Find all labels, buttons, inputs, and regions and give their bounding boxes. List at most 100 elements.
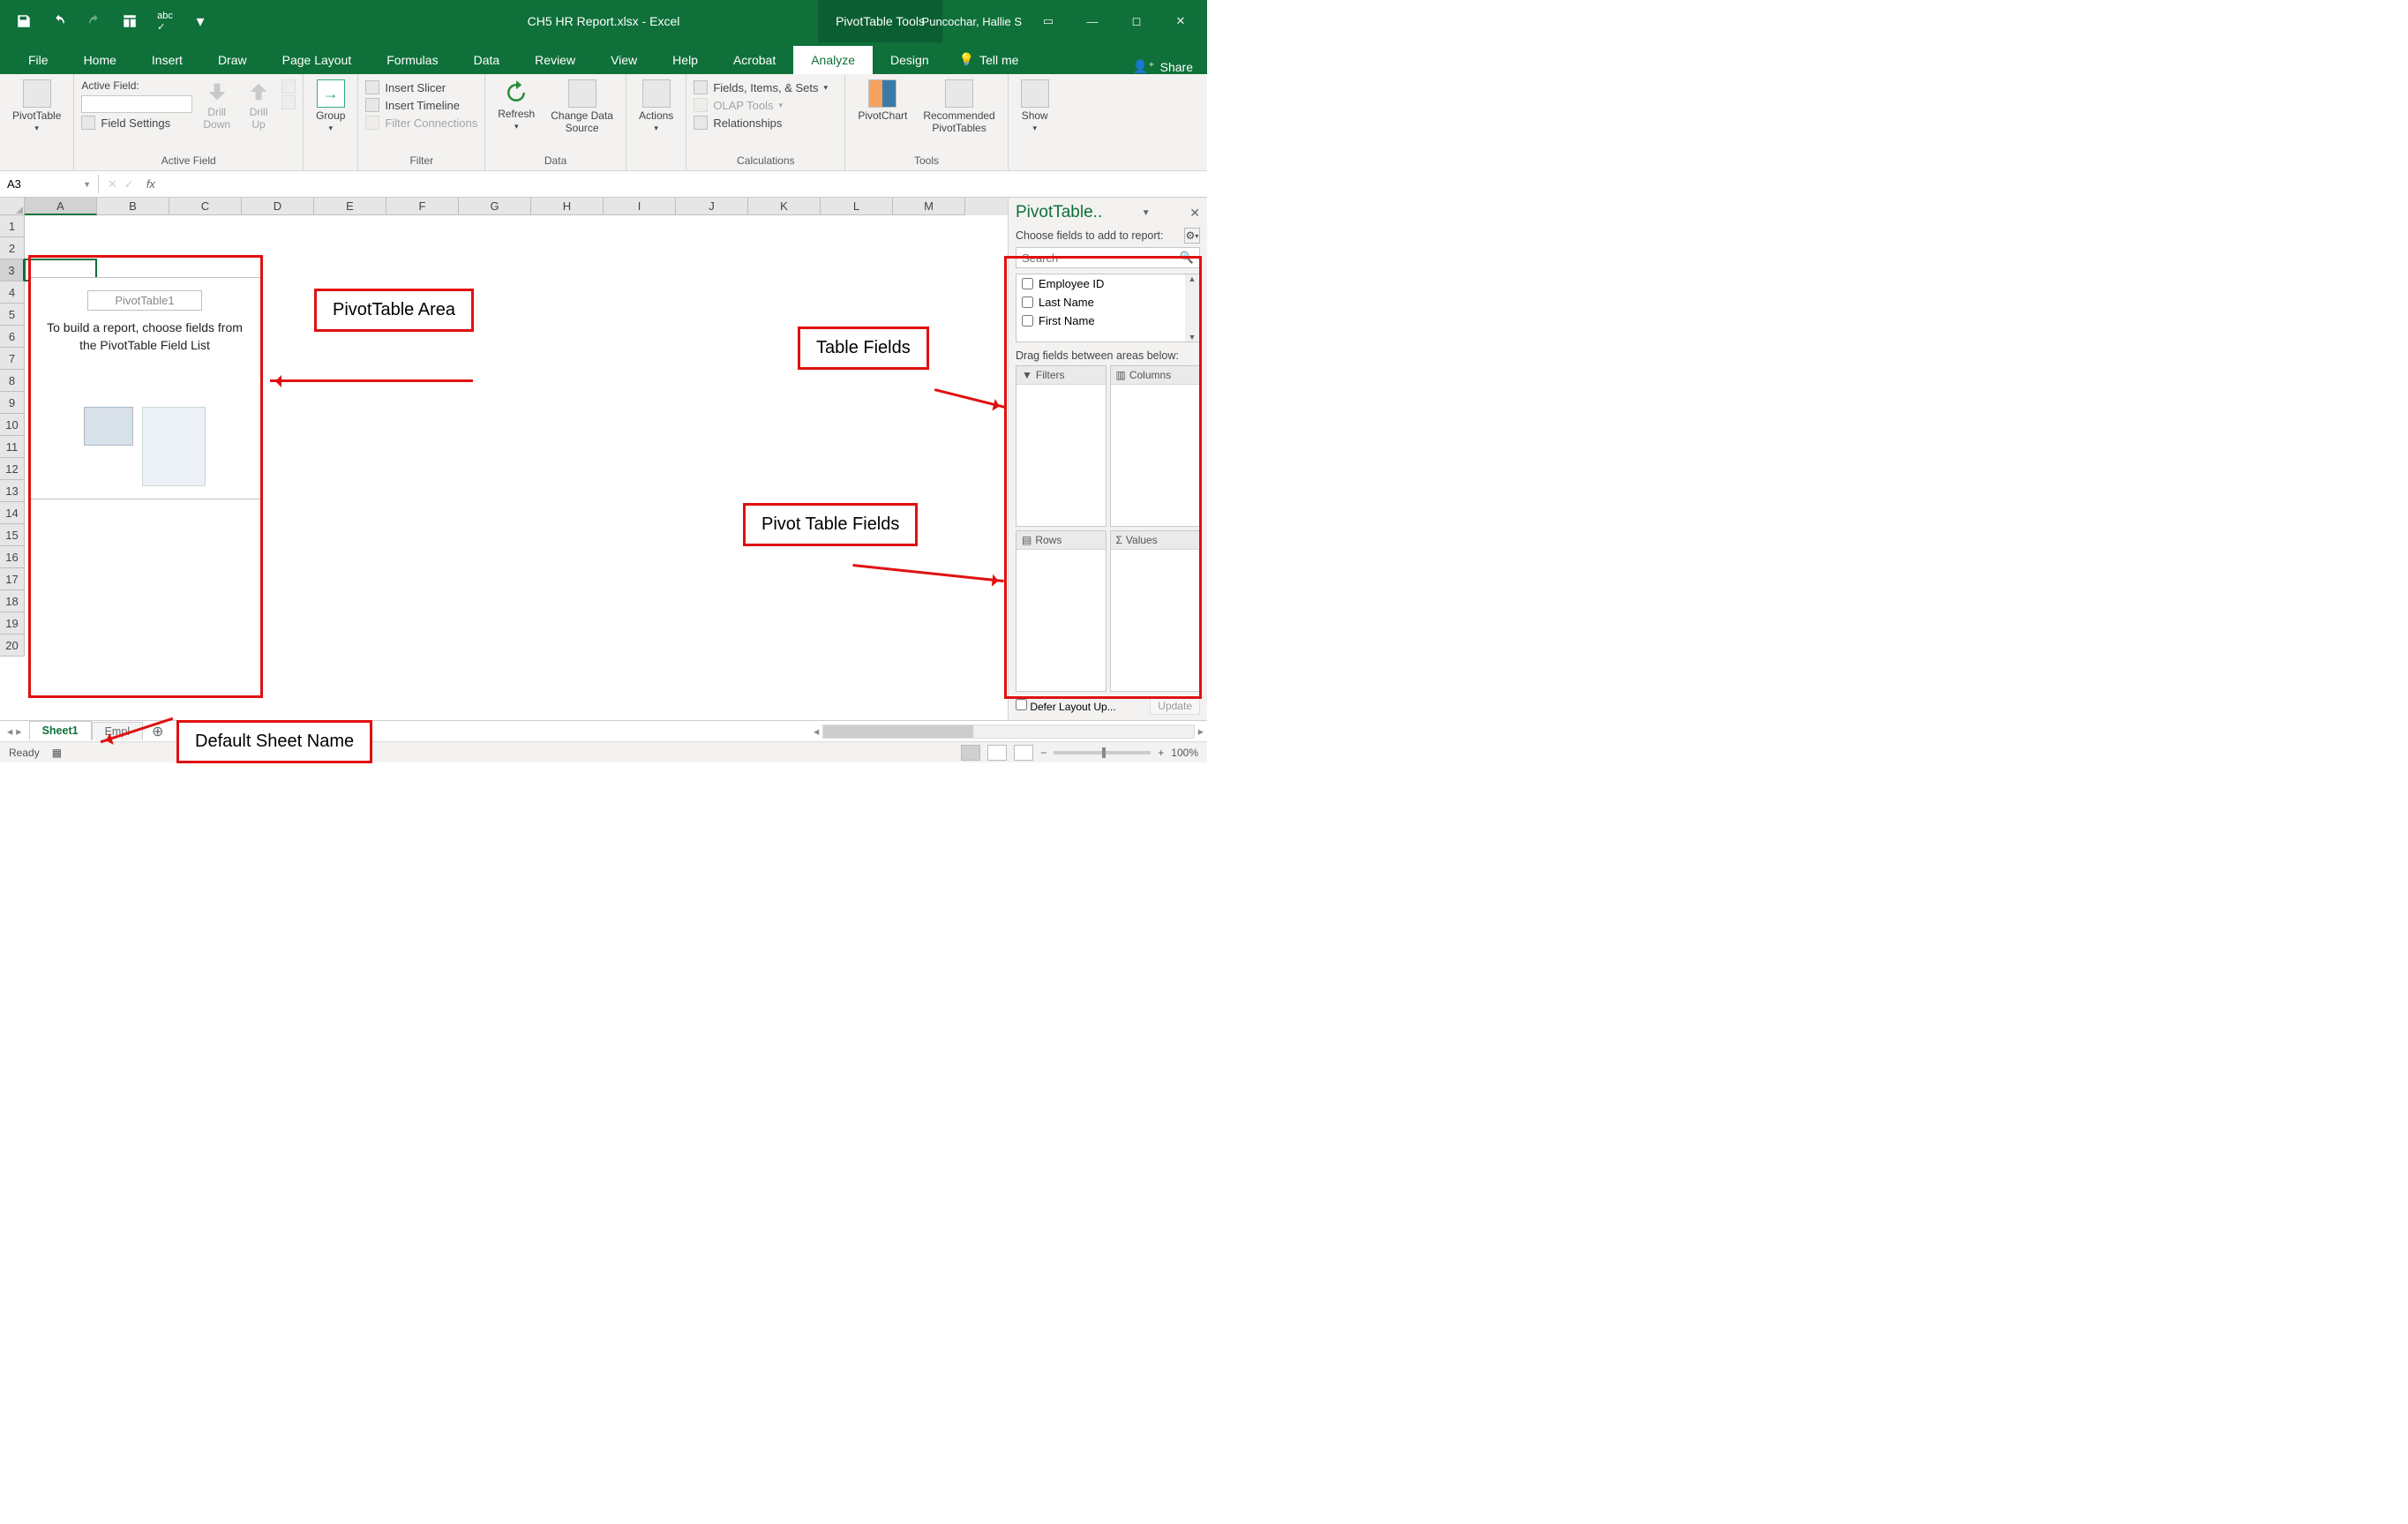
- page-layout-view-icon[interactable]: [987, 745, 1007, 761]
- field-checkbox[interactable]: [1022, 297, 1033, 308]
- change-data-source-button[interactable]: Change Data Source: [545, 78, 619, 136]
- tab-data[interactable]: Data: [456, 46, 518, 74]
- row-header-8[interactable]: 8: [0, 370, 25, 392]
- tab-help[interactable]: Help: [655, 46, 716, 74]
- horizontal-scrollbar[interactable]: ◂ ▸: [810, 724, 1207, 739]
- undo-icon[interactable]: [42, 4, 76, 39]
- actions-button[interactable]: Actions▾: [634, 78, 679, 135]
- collapse-icon[interactable]: [281, 95, 296, 109]
- scroll-right-icon[interactable]: ▸: [1195, 724, 1207, 738]
- pivottable-button[interactable]: PivotTable▾: [7, 78, 66, 135]
- refresh-button[interactable]: Refresh▾: [492, 78, 540, 133]
- row-header-19[interactable]: 19: [0, 612, 25, 634]
- tab-page-layout[interactable]: Page Layout: [265, 46, 370, 74]
- tab-design[interactable]: Design: [873, 46, 947, 74]
- row-header-2[interactable]: 2: [0, 237, 25, 259]
- col-header-F[interactable]: F: [386, 198, 459, 215]
- save-icon[interactable]: [7, 4, 41, 39]
- pane-close-icon[interactable]: ✕: [1189, 206, 1200, 221]
- worksheet-grid[interactable]: A B C D E F G H I J K L M 1 2 3 4 5 6 7 …: [0, 198, 1008, 720]
- sheet-prev-icon[interactable]: ◂: [7, 724, 12, 738]
- row-header-9[interactable]: 9: [0, 392, 25, 414]
- tab-home[interactable]: Home: [66, 46, 134, 74]
- row-header-3[interactable]: 3: [0, 259, 25, 282]
- group-button[interactable]: →Group▾: [311, 78, 350, 135]
- columns-area[interactable]: ▥Columns: [1110, 365, 1201, 527]
- row-header-5[interactable]: 5: [0, 304, 25, 326]
- ribbon-display-icon[interactable]: ▭: [1031, 4, 1066, 39]
- fx-icon[interactable]: fx: [141, 177, 161, 191]
- cells-area[interactable]: PivotTable1 To build a report, choose fi…: [25, 215, 1008, 657]
- enter-fx-icon[interactable]: ✓: [124, 177, 134, 191]
- row-header-13[interactable]: 13: [0, 480, 25, 502]
- maximize-icon[interactable]: ◻: [1119, 4, 1154, 39]
- share-button[interactable]: 👤⁺Share: [1133, 59, 1193, 74]
- select-all-corner[interactable]: [0, 198, 25, 215]
- page-break-view-icon[interactable]: [1014, 745, 1033, 761]
- scroll-down-icon[interactable]: ▼: [1189, 333, 1196, 342]
- update-button[interactable]: Update: [1150, 697, 1200, 715]
- field-settings-button[interactable]: Field Settings: [81, 115, 192, 131]
- fields-scrollbar[interactable]: ▲▼: [1185, 274, 1199, 342]
- filters-area[interactable]: ▼Filters: [1016, 365, 1106, 527]
- scroll-thumb[interactable]: [823, 725, 973, 738]
- fields-items-sets-button[interactable]: Fields, Items, & Sets ▾: [694, 79, 828, 95]
- field-item[interactable]: First Name: [1016, 312, 1199, 330]
- zoom-level[interactable]: 100%: [1171, 747, 1198, 759]
- row-header-18[interactable]: 18: [0, 590, 25, 612]
- cancel-fx-icon[interactable]: ✕: [108, 177, 117, 191]
- scroll-left-icon[interactable]: ◂: [810, 724, 822, 738]
- sheet-tab-active[interactable]: Sheet1: [29, 721, 92, 740]
- redo-icon[interactable]: [78, 4, 111, 39]
- zoom-slider[interactable]: [1054, 751, 1151, 754]
- olap-tools-button[interactable]: OLAP Tools ▾: [694, 97, 828, 113]
- tab-view[interactable]: View: [593, 46, 655, 74]
- tell-me[interactable]: 💡Tell me: [947, 45, 1031, 74]
- row-header-20[interactable]: 20: [0, 634, 25, 657]
- row-header-11[interactable]: 11: [0, 436, 25, 458]
- tab-formulas[interactable]: Formulas: [369, 46, 455, 74]
- recommended-pivottables-button[interactable]: Recommended PivotTables: [918, 78, 1000, 136]
- expand-icon[interactable]: [281, 79, 296, 94]
- zoom-in-icon[interactable]: +: [1158, 747, 1164, 759]
- field-item[interactable]: Employee ID: [1016, 274, 1199, 293]
- drill-up-button[interactable]: Drill Up: [241, 78, 276, 132]
- tab-draw[interactable]: Draw: [200, 46, 265, 74]
- relationships-button[interactable]: Relationships: [694, 115, 828, 131]
- normal-view-icon[interactable]: [961, 745, 980, 761]
- row-header-16[interactable]: 16: [0, 546, 25, 568]
- name-box[interactable]: A3▼: [0, 175, 99, 193]
- show-button[interactable]: Show▾: [1016, 78, 1054, 135]
- table-icon[interactable]: [113, 4, 146, 39]
- insert-timeline-button[interactable]: Insert Timeline: [365, 97, 477, 113]
- field-checkbox[interactable]: [1022, 315, 1033, 327]
- qat-dropdown-icon[interactable]: ▾: [184, 4, 217, 39]
- col-header-G[interactable]: G: [459, 198, 531, 215]
- col-header-K[interactable]: K: [748, 198, 821, 215]
- tab-file[interactable]: File: [11, 46, 66, 74]
- minimize-icon[interactable]: —: [1075, 4, 1110, 39]
- active-field-input[interactable]: [81, 95, 192, 113]
- spelling-icon[interactable]: abc✓: [148, 4, 182, 39]
- row-header-6[interactable]: 6: [0, 326, 25, 348]
- drill-down-button[interactable]: Drill Down: [198, 78, 236, 132]
- field-checkbox[interactable]: [1022, 278, 1033, 289]
- col-header-M[interactable]: M: [893, 198, 965, 215]
- macro-icon[interactable]: ▦: [52, 747, 62, 759]
- close-icon[interactable]: ✕: [1163, 4, 1198, 39]
- col-header-C[interactable]: C: [169, 198, 242, 215]
- row-header-4[interactable]: 4: [0, 282, 25, 304]
- row-header-14[interactable]: 14: [0, 502, 25, 524]
- row-header-17[interactable]: 17: [0, 568, 25, 590]
- row-header-7[interactable]: 7: [0, 348, 25, 370]
- sheet-next-icon[interactable]: ▸: [16, 724, 21, 738]
- fields-search[interactable]: 🔍: [1016, 247, 1200, 268]
- tab-insert[interactable]: Insert: [134, 46, 200, 74]
- search-input[interactable]: [1022, 251, 1180, 265]
- col-header-L[interactable]: L: [821, 198, 893, 215]
- col-header-D[interactable]: D: [242, 198, 314, 215]
- col-header-I[interactable]: I: [604, 198, 676, 215]
- col-header-J[interactable]: J: [676, 198, 748, 215]
- row-header-10[interactable]: 10: [0, 414, 25, 436]
- tab-acrobat[interactable]: Acrobat: [716, 46, 793, 74]
